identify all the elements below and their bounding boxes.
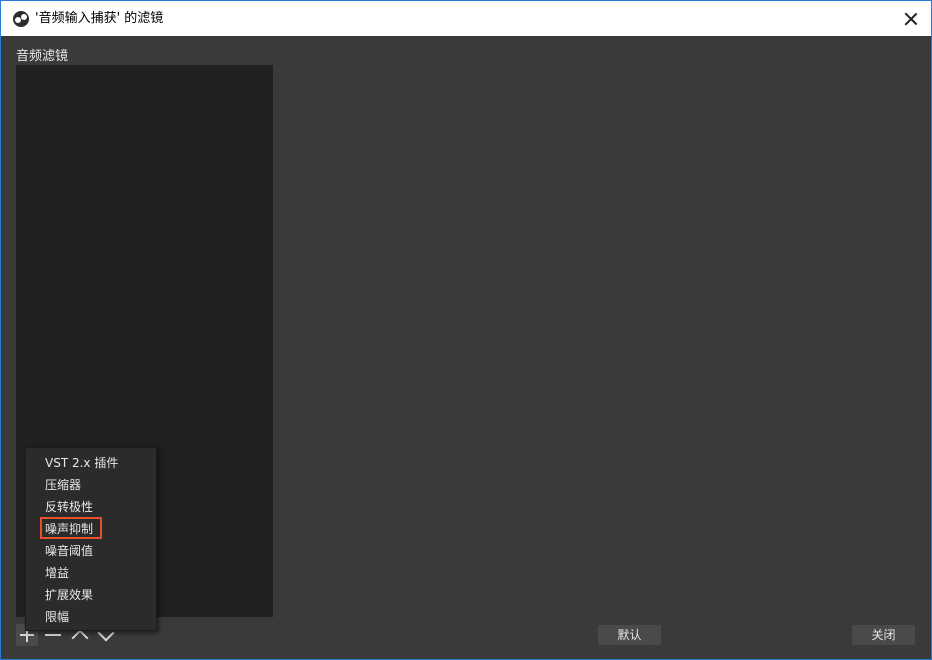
filters-dialog: '音频输入捕获' 的滤镜 音频滤镜 VST 2.x 插件 压缩器 反转极性 噪声…: [0, 0, 932, 660]
title-bar: '音频输入捕获' 的滤镜: [1, 1, 931, 36]
window-close-button[interactable]: [891, 1, 931, 36]
close-button[interactable]: 关闭: [852, 625, 915, 645]
chevron-up-icon: [71, 629, 89, 647]
menu-item-compressor[interactable]: 压缩器: [45, 477, 81, 493]
minus-icon: [45, 634, 61, 636]
menu-item-gain[interactable]: 增益: [45, 565, 69, 581]
close-icon: [905, 13, 917, 25]
audio-filters-label: 音频滤镜: [16, 49, 69, 64]
menu-item-invert-polarity[interactable]: 反转极性: [45, 499, 93, 515]
menu-item-noise-gate[interactable]: 噪音阈值: [45, 543, 93, 559]
menu-item-limiter[interactable]: 限幅: [45, 609, 69, 625]
highlight-box: [40, 517, 102, 539]
obs-logo-icon: [13, 11, 29, 27]
menu-item-expander[interactable]: 扩展效果: [45, 587, 93, 603]
default-button[interactable]: 默认: [598, 625, 661, 645]
add-filter-menu: VST 2.x 插件 压缩器 反转极性 噪声抑制 噪音阈值 增益 扩展效果 限幅: [25, 447, 157, 631]
window-title: '音频输入捕获' 的滤镜: [35, 11, 164, 26]
menu-item-vst[interactable]: VST 2.x 插件: [45, 455, 118, 471]
